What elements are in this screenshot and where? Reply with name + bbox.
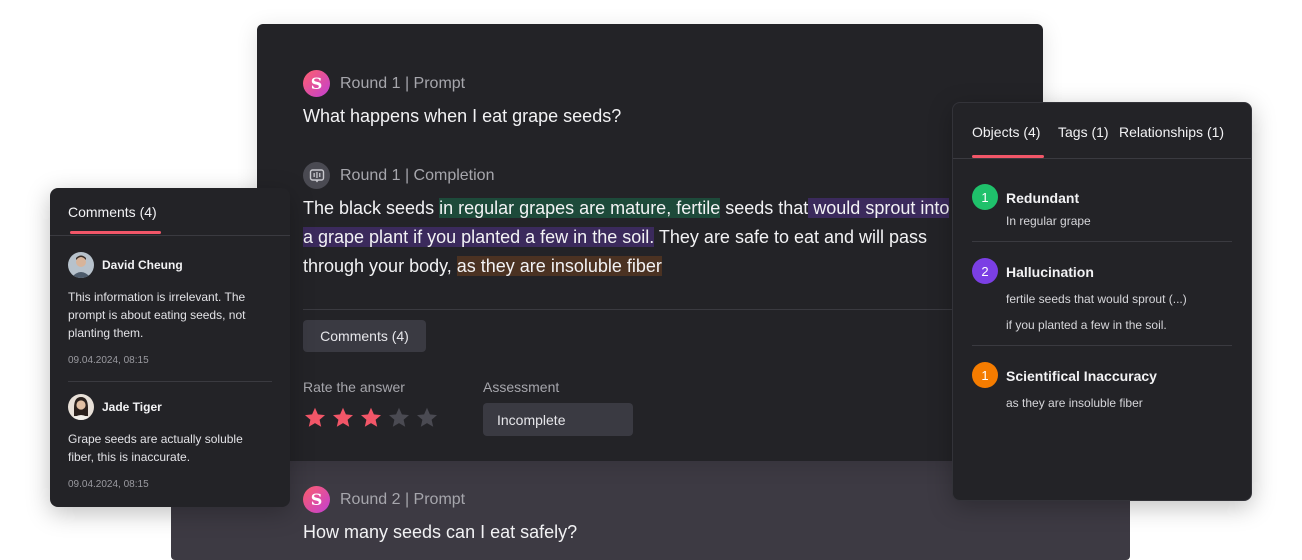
comments-button[interactable]: Comments (4)	[303, 320, 426, 352]
tab-tags[interactable]: Tags (1)	[1058, 124, 1109, 140]
star-empty-icon[interactable]	[387, 406, 411, 430]
star-empty-icon[interactable]	[415, 406, 439, 430]
tab-relationships[interactable]: Relationships (1)	[1119, 124, 1224, 140]
object-divider	[972, 241, 1232, 242]
round1-prompt-header: S Round 1 | Prompt	[303, 70, 465, 97]
round1-completion-label: Round 1 | Completion	[340, 166, 495, 184]
round1-completion-header: Round 1 | Completion	[303, 162, 494, 189]
assessment-label: Assessment	[483, 379, 560, 395]
avatar	[68, 394, 94, 420]
object-title[interactable]: Redundant	[1006, 190, 1079, 206]
object-span: fertile seeds that would sprout (...)	[1006, 292, 1187, 306]
comment-author: Jade Tiger	[102, 400, 162, 414]
object-title[interactable]: Scientifical Inaccuracy	[1006, 368, 1157, 384]
star-filled-icon[interactable]	[359, 406, 383, 430]
round1-prompt-label: Round 1 | Prompt	[340, 74, 466, 92]
comment-body: Grape seeds are actually soluble fiber, …	[68, 432, 243, 464]
card-divider	[50, 235, 290, 236]
highlight-inaccuracy[interactable]: as they are insoluble fiber	[456, 256, 662, 276]
completion-segment: seeds that	[720, 198, 809, 218]
comment-date: 09.04.2024, 08:15	[68, 355, 149, 366]
card-divider	[953, 158, 1251, 159]
object-number-badge: 1	[972, 184, 998, 210]
comment-author: David Cheung	[102, 258, 183, 272]
assistant-icon	[303, 162, 330, 189]
completion-segment: The black seeds	[303, 198, 440, 218]
round2-prompt-header: S Round 2 | Prompt	[303, 486, 465, 513]
round2-prompt-text: How many seeds can I eat safely?	[303, 522, 578, 542]
comment-body: This information is irrelevant. The prom…	[68, 290, 246, 340]
round2-prompt-label: Round 2 | Prompt	[340, 490, 466, 508]
round1-prompt-text: What happens when I eat grape seeds?	[303, 106, 622, 126]
object-span: if you planted a few in the soil.	[1006, 318, 1167, 332]
divider	[303, 309, 963, 310]
assessment-select[interactable]: Incomplete	[483, 403, 633, 436]
star-rating[interactable]	[303, 406, 439, 430]
comments-card: Comments (4) David Cheung This informati…	[50, 188, 290, 507]
object-divider	[972, 345, 1232, 346]
comment-date: 09.04.2024, 08:15	[68, 479, 149, 490]
comment-divider	[68, 381, 272, 382]
object-span: as they are insoluble fiber	[1006, 396, 1143, 410]
tab-objects[interactable]: Objects (4)	[972, 124, 1040, 140]
completion-text: The black seeds in regular grapes are ma…	[303, 194, 963, 281]
rate-label: Rate the answer	[303, 379, 405, 395]
star-filled-icon[interactable]	[331, 406, 355, 430]
object-span: In regular grape	[1006, 214, 1091, 228]
user-avatar-icon: S	[303, 486, 330, 513]
user-avatar-icon: S	[303, 70, 330, 97]
comments-title[interactable]: Comments (4)	[68, 204, 157, 220]
comments-tab-underline	[70, 231, 161, 234]
star-filled-icon[interactable]	[303, 406, 327, 430]
object-title[interactable]: Hallucination	[1006, 264, 1094, 280]
highlight-redundant[interactable]: in regular grapes are mature, fertile	[439, 198, 721, 218]
object-number-badge: 1	[972, 362, 998, 388]
objects-card: Objects (4) Tags (1) Relationships (1) 1…	[952, 102, 1252, 501]
avatar	[68, 252, 94, 278]
object-number-badge: 2	[972, 258, 998, 284]
